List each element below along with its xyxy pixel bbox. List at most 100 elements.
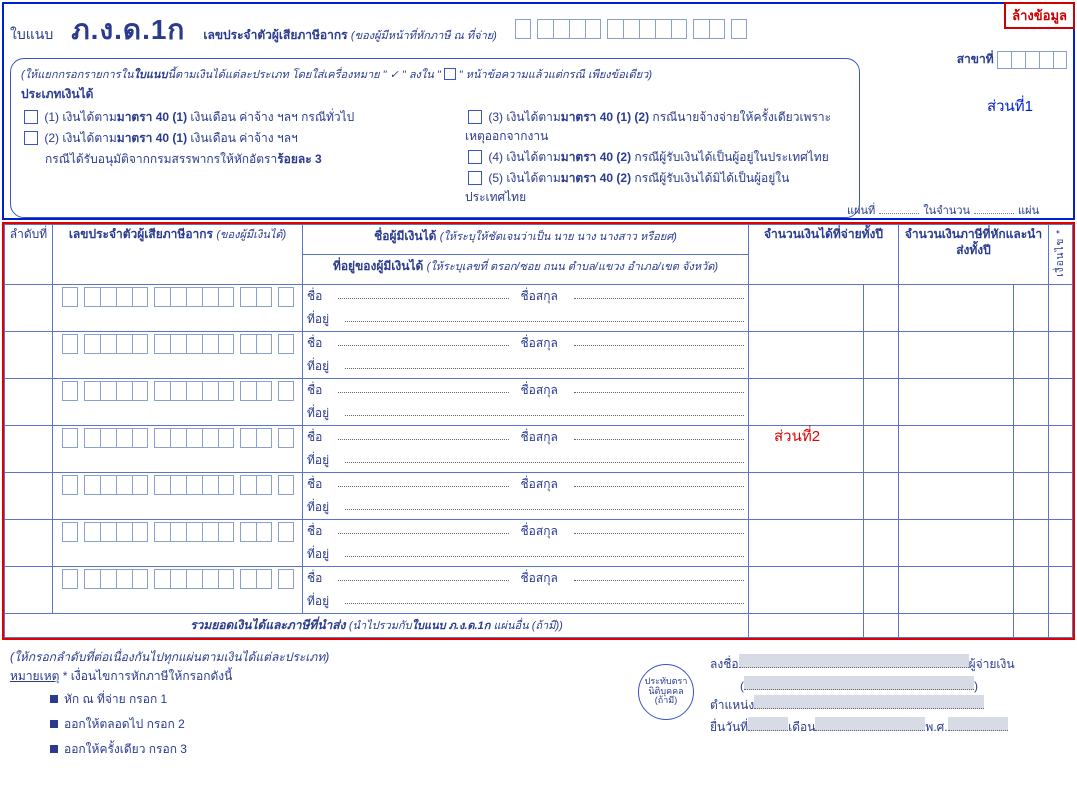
total-tax-int[interactable] [899,613,1014,637]
sig-name-input[interactable] [744,676,974,690]
income-dec[interactable] [864,519,899,566]
payee-tin-input[interactable] [62,287,294,307]
cond-input[interactable] [1049,472,1073,519]
payee-tin-input[interactable] [62,569,294,589]
income-int[interactable] [749,284,864,331]
tax-dec[interactable] [1014,472,1049,519]
surname-input[interactable] [574,287,744,299]
checkbox-3[interactable] [468,110,482,124]
income-dec[interactable] [864,378,899,425]
income-int[interactable] [749,378,864,425]
tax-dec[interactable] [1014,331,1049,378]
seq-input[interactable] [5,331,53,378]
sheet-no-input[interactable] [879,202,919,214]
total-income-dec[interactable] [864,613,899,637]
name-input[interactable] [338,334,508,346]
option-5[interactable]: (5) เงินได้ตามมาตรา 40 (2) กรณีผู้รับเงิ… [465,169,849,207]
branch-input[interactable] [997,51,1067,69]
total-income-int[interactable] [749,613,864,637]
tax-int[interactable] [899,331,1014,378]
cond-input[interactable] [1049,425,1073,472]
address-input[interactable] [345,545,744,557]
month-input[interactable] [815,717,925,731]
checkbox-2[interactable] [24,131,38,145]
income-int[interactable] [749,566,864,613]
name-input[interactable] [338,569,508,581]
payee-tin-input[interactable] [62,428,294,448]
sheet-total-input[interactable] [974,202,1014,214]
seq-input[interactable] [5,378,53,425]
income-dec[interactable] [864,566,899,613]
seq-input[interactable] [5,284,53,331]
checkbox-5[interactable] [468,171,482,185]
tax-dec[interactable] [1014,425,1049,472]
surname-input[interactable] [574,475,744,487]
seq-input[interactable] [5,472,53,519]
sig-input[interactable] [739,654,969,668]
clear-data-button[interactable]: ล้างข้อมูล [1004,2,1075,29]
payee-tin-input[interactable] [62,475,294,495]
total-tax-dec[interactable] [1014,613,1049,637]
income-dec[interactable] [864,425,899,472]
payee-tin-input[interactable] [62,334,294,354]
day-input[interactable] [748,717,788,731]
name-input[interactable] [338,381,508,393]
payee-tin-input[interactable] [62,381,294,401]
tax-dec[interactable] [1014,519,1049,566]
payer-tin-input[interactable] [515,19,747,39]
branch-label: สาขาที่ [957,52,994,66]
pos-input[interactable] [754,695,984,709]
income-dec[interactable] [864,331,899,378]
income-int[interactable] [749,472,864,519]
seq-input[interactable] [5,519,53,566]
address-input[interactable] [345,357,744,369]
col-name-top: ชื่อผู้มีเงินได้ (ให้ระบุให้ชัดเจนว่าเป็… [303,225,749,255]
address-input[interactable] [345,404,744,416]
option-1[interactable]: (1) เงินได้ตามมาตรา 40 (1) เงินเดือน ค่า… [21,108,441,127]
surname-input[interactable] [574,428,744,440]
name-input[interactable] [338,287,508,299]
table-row: ชื่อชื่อสกุลที่อยู่ [5,425,1073,472]
year-input[interactable] [948,717,1008,731]
tax-int[interactable] [899,566,1014,613]
seq-input[interactable] [5,566,53,613]
cond-input[interactable] [1049,566,1073,613]
income-int[interactable] [749,519,864,566]
cond-input[interactable] [1049,284,1073,331]
cond-input[interactable] [1049,331,1073,378]
cond-input[interactable] [1049,519,1073,566]
payee-tin-input[interactable] [62,522,294,542]
surname-input[interactable] [574,569,744,581]
cond-input[interactable] [1049,378,1073,425]
surname-input[interactable] [574,522,744,534]
col-tin: เลขประจำตัวผู้เสียภาษีอากร (ของผู้มีเงิน… [53,225,303,285]
tax-int[interactable] [899,378,1014,425]
checkbox-1[interactable] [24,110,38,124]
address-input[interactable] [345,592,744,604]
surname-input[interactable] [574,334,744,346]
surname-input[interactable] [574,381,744,393]
option-3[interactable]: (3) เงินได้ตามมาตรา 40 (1) (2) กรณีนายจ้… [465,108,849,146]
address-input[interactable] [345,498,744,510]
address-input[interactable] [345,310,744,322]
tax-dec[interactable] [1014,566,1049,613]
income-dec[interactable] [864,284,899,331]
checkbox-4[interactable] [468,150,482,164]
tax-int[interactable] [899,284,1014,331]
option-4[interactable]: (4) เงินได้ตามมาตรา 40 (2) กรณีผู้รับเงิ… [465,148,849,167]
seq-input[interactable] [5,425,53,472]
tax-int[interactable] [899,472,1014,519]
tax-int[interactable] [899,425,1014,472]
tax-int[interactable] [899,519,1014,566]
instruction-text: (ให้แยกกรอกรายการในใบแนบนี้ตามเงินได้แต่… [21,65,849,83]
name-input[interactable] [338,522,508,534]
income-dec[interactable] [864,472,899,519]
header-section: ล้างข้อมูล ใบแนบ ภ.ง.ด.1ก เลขประจำตัวผู้… [2,2,1075,220]
address-input[interactable] [345,451,744,463]
tax-dec[interactable] [1014,378,1049,425]
tax-dec[interactable] [1014,284,1049,331]
name-input[interactable] [338,428,508,440]
option-2[interactable]: (2) เงินได้ตามมาตรา 40 (1) เงินเดือน ค่า… [21,129,441,148]
income-int[interactable] [749,331,864,378]
name-input[interactable] [338,475,508,487]
